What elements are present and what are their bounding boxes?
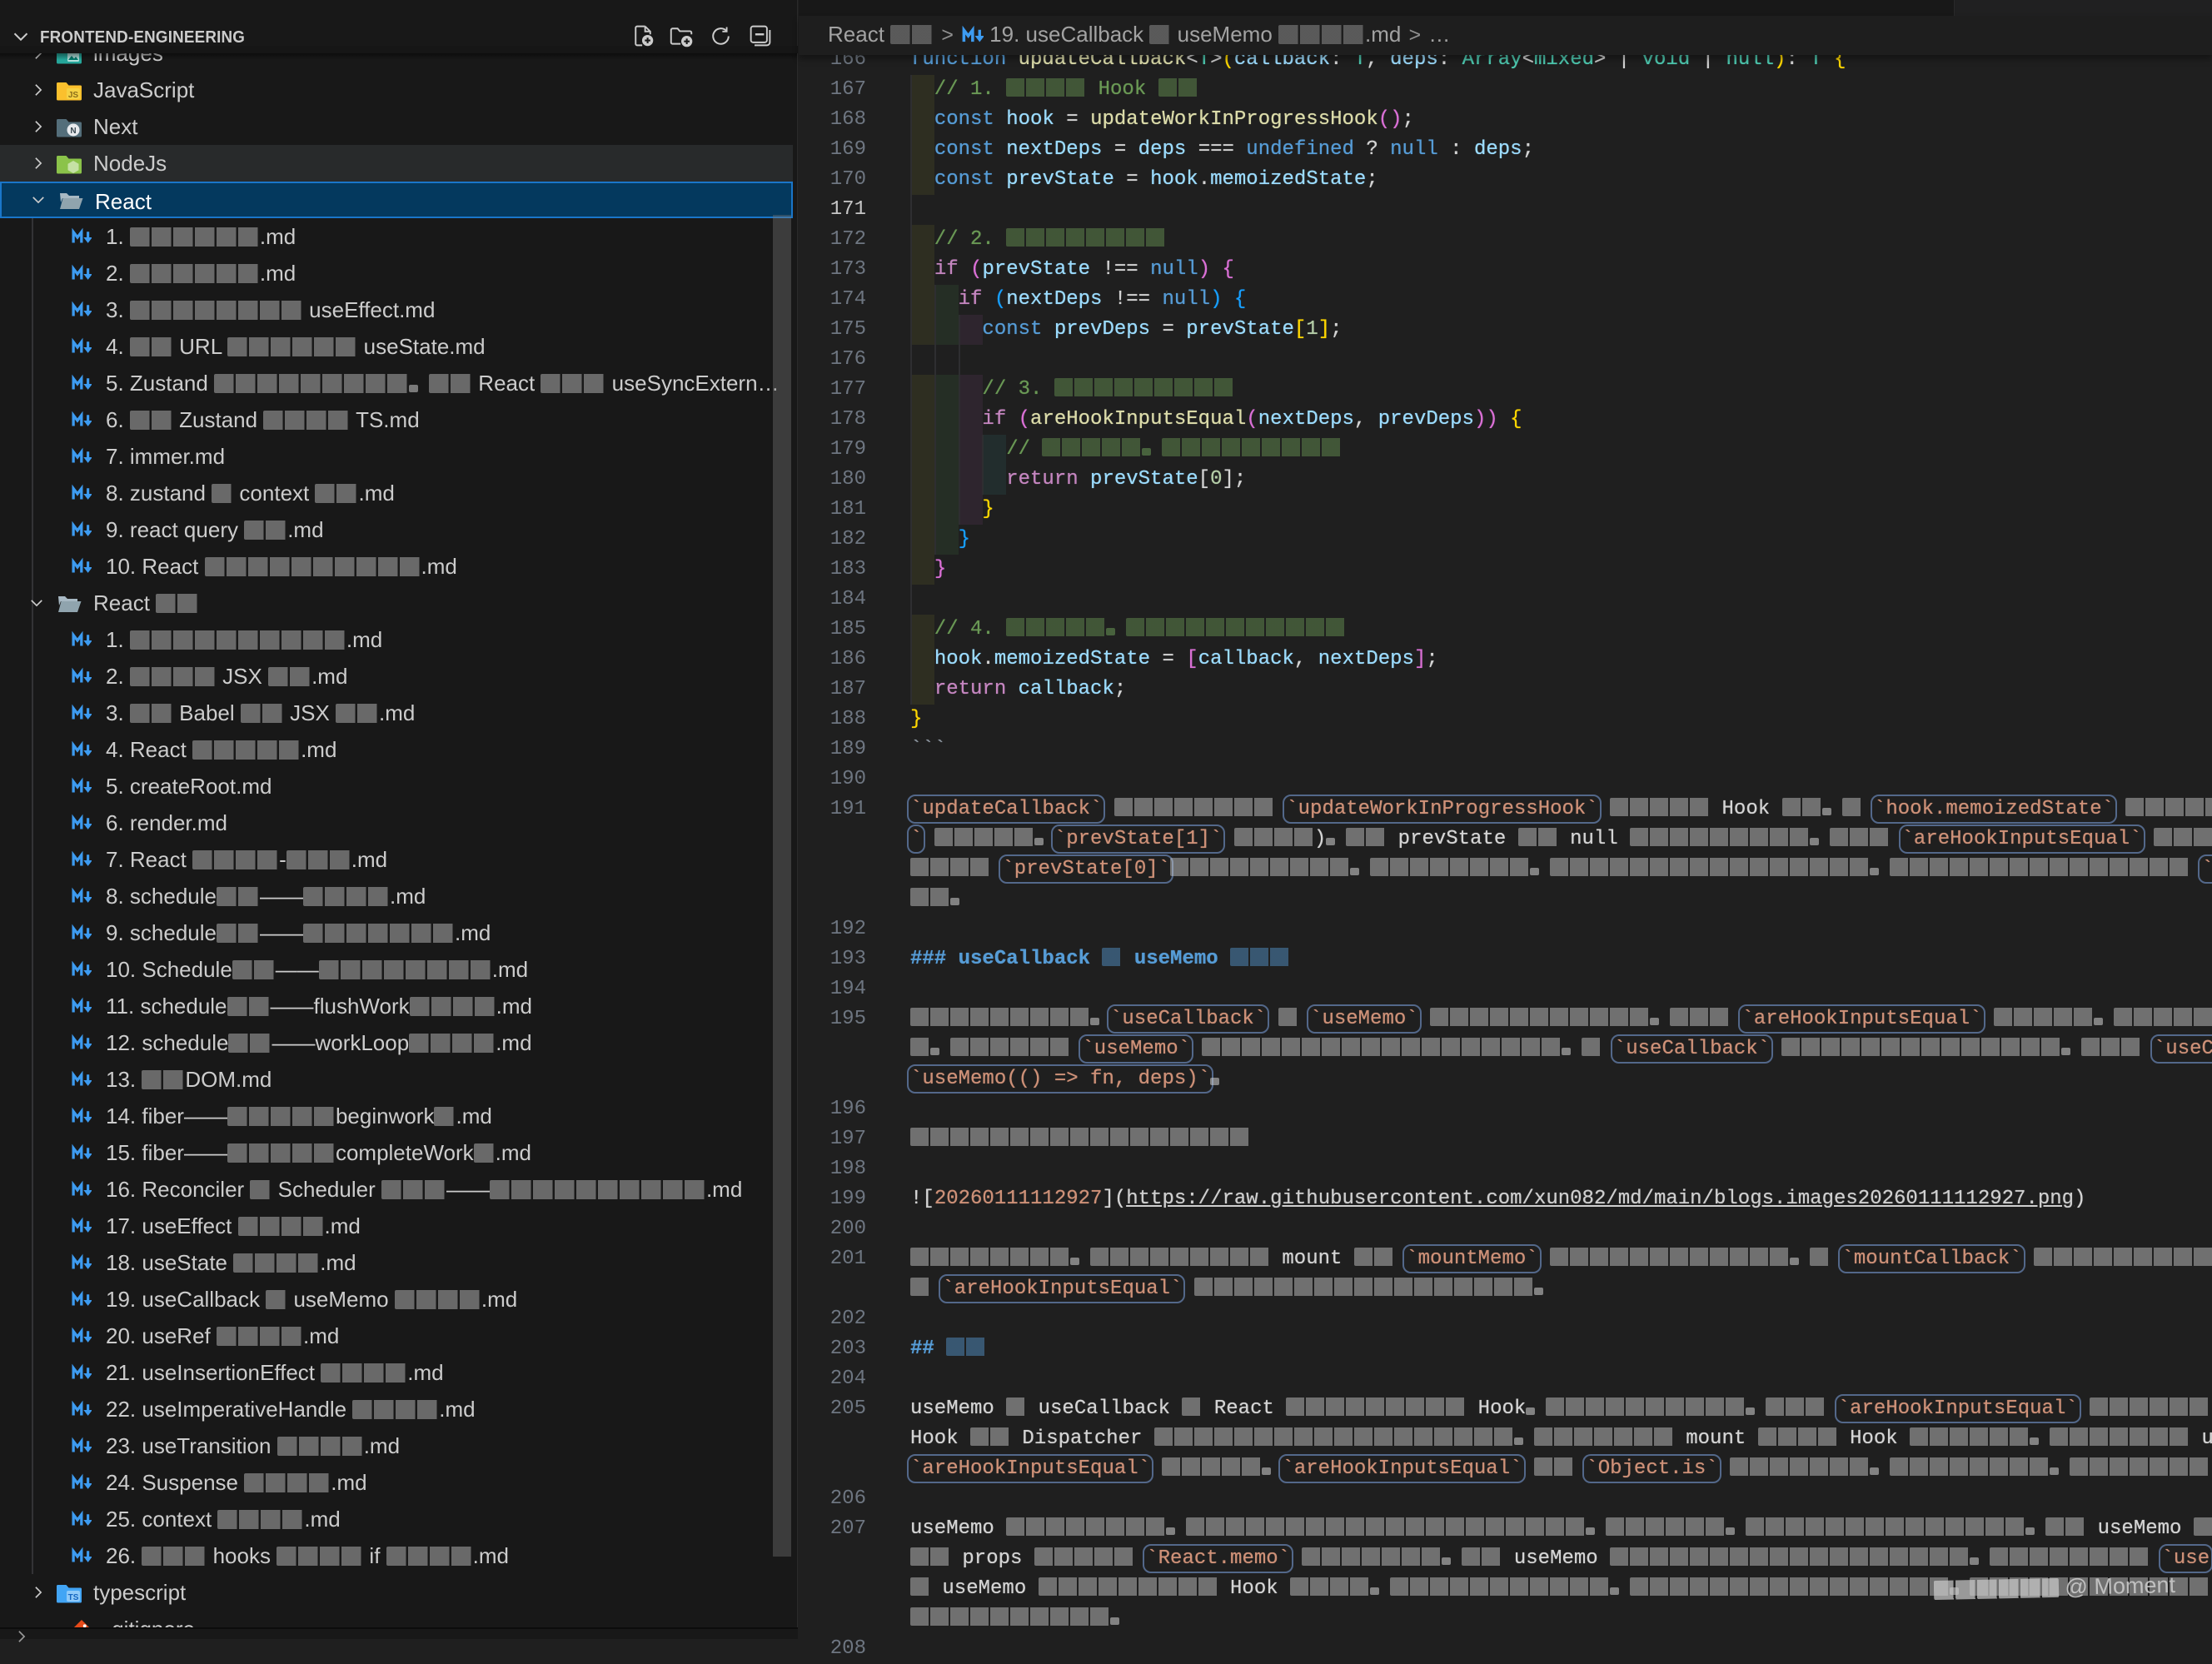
svg-text:TS: TS: [68, 1593, 79, 1602]
svg-text:N: N: [70, 127, 76, 136]
svg-text:JS: JS: [68, 91, 79, 100]
